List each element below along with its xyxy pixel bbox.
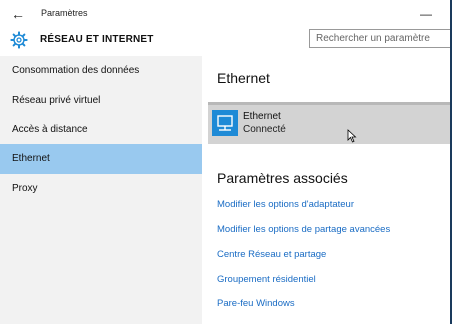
link-homegroup[interactable]: Groupement résidentiel bbox=[217, 274, 316, 285]
sidebar-item-vpn[interactable]: Réseau privé virtuel bbox=[0, 86, 202, 116]
mouse-cursor-icon bbox=[347, 129, 357, 143]
minimize-button[interactable]: — bbox=[416, 4, 436, 24]
network-adapter-icon bbox=[212, 110, 238, 136]
search-input[interactable]: Rechercher un paramètre bbox=[309, 29, 452, 48]
sidebar: Consommation des données Réseau privé vi… bbox=[0, 56, 202, 324]
sidebar-item-consommation[interactable]: Consommation des données bbox=[0, 56, 202, 86]
link-firewall[interactable]: Pare-feu Windows bbox=[217, 298, 295, 309]
window-title: Paramètres bbox=[41, 8, 88, 18]
back-button[interactable]: ← bbox=[6, 4, 30, 24]
page-header: RÉSEAU ET INTERNET Rechercher un paramèt… bbox=[0, 28, 452, 54]
back-arrow-icon: ← bbox=[11, 6, 25, 22]
sidebar-item-acces-distance[interactable]: Accès à distance bbox=[0, 115, 202, 145]
main-pane: Ethernet Ethernet Connecté Paramètres as… bbox=[202, 56, 452, 324]
link-adapter-options[interactable]: Modifier les options d'adaptateur bbox=[217, 199, 354, 210]
section-title: RÉSEAU ET INTERNET bbox=[40, 34, 154, 45]
page-title: Ethernet bbox=[217, 70, 270, 86]
minimize-icon: — bbox=[420, 7, 432, 21]
connection-status: Connecté bbox=[243, 124, 286, 135]
settings-window: ← Paramètres — RÉSEAU ET INTERNET Recher… bbox=[0, 0, 452, 324]
sidebar-item-ethernet[interactable]: Ethernet bbox=[0, 144, 202, 174]
connection-name: Ethernet bbox=[243, 111, 281, 122]
gear-icon bbox=[10, 31, 28, 49]
title-bar: ← Paramètres — bbox=[0, 0, 452, 28]
ethernet-connection-item[interactable]: Ethernet Connecté bbox=[208, 102, 452, 144]
sidebar-item-proxy[interactable]: Proxy bbox=[0, 174, 202, 204]
link-sharing-options[interactable]: Modifier les options de partage avancées bbox=[217, 224, 390, 235]
search-placeholder: Rechercher un paramètre bbox=[316, 33, 430, 44]
related-settings-heading: Paramètres associés bbox=[217, 170, 348, 186]
link-network-center[interactable]: Centre Réseau et partage bbox=[217, 249, 326, 260]
